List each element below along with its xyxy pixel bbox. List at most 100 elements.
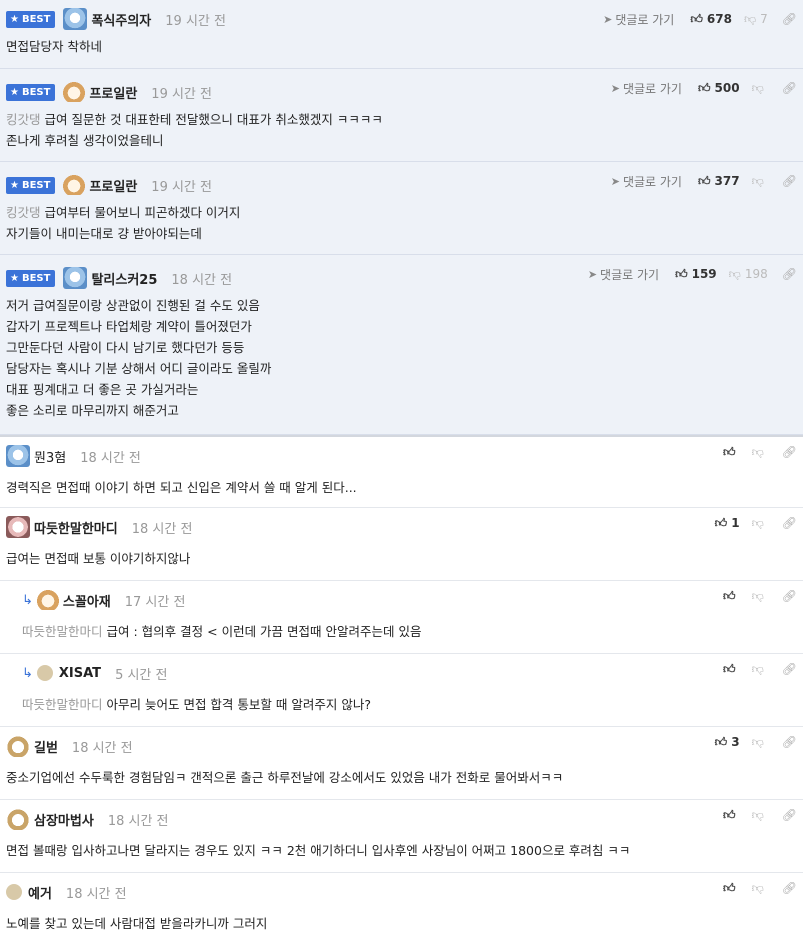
avatar[interactable] — [6, 884, 22, 900]
downvote-button[interactable]: 👎︎ — [752, 516, 768, 531]
thumb-down-icon: 👎︎ — [751, 173, 764, 188]
downvote-button[interactable]: 👎︎ — [752, 81, 768, 96]
thumb-up-icon: 👍︎ — [723, 880, 736, 895]
avatar[interactable] — [63, 8, 88, 30]
nickname[interactable]: 스꼴아재 — [63, 591, 111, 610]
link-icon[interactable]: 🔗︎ — [782, 662, 797, 676]
nickname[interactable]: 삼장마법사 — [34, 810, 94, 829]
downvote-button[interactable]: 👎︎ — [752, 735, 768, 750]
send-arrow-icon: ➤ — [610, 174, 620, 188]
link-icon[interactable]: 🔗︎ — [782, 267, 797, 281]
thumb-up-icon: 👍︎ — [723, 444, 736, 459]
thumb-down-icon: 👎︎ — [728, 266, 741, 281]
reply-arrow-icon: ↳ — [22, 665, 33, 681]
nickname[interactable]: 폭식주의자 — [91, 10, 151, 29]
thumb-down-icon: 👎︎ — [751, 444, 764, 459]
avatar[interactable] — [6, 808, 30, 830]
comment-line: 갑자기 프로젝트나 타업체랑 계약이 틀어졌던가 — [6, 319, 252, 334]
nickname[interactable]: 프로일란 — [89, 176, 137, 195]
comment-item: 길벋 18 시간 전 👍︎ 3 👎︎ 🔗︎ 중소기업에선 수두룩한 경험담임ㅋ 갠… — [0, 727, 803, 800]
avatar[interactable] — [36, 665, 53, 681]
nickname[interactable]: 탈리스커25 — [91, 269, 157, 288]
comment-line: 따듯한말한마디 급여 : 협의후 결정 < 이런데 가끔 면접때 안알려주는데 있… — [22, 624, 422, 639]
star-icon: ★ — [10, 179, 19, 191]
nickname[interactable]: XISAT — [59, 666, 101, 681]
downvote-button[interactable]: 👎︎ — [752, 662, 768, 677]
goto-comment-link[interactable]: ➤ 댓글로 가기 — [588, 266, 659, 283]
comment-line: 대표 핑계대고 더 좋은 곳 가실거라는 — [6, 382, 199, 397]
link-icon[interactable]: 🔗︎ — [782, 445, 797, 459]
avatar[interactable] — [6, 516, 30, 538]
mention[interactable]: 킹갓댕 — [6, 205, 41, 220]
goto-comment-link[interactable]: ➤ 댓글로 가기 — [611, 80, 682, 97]
avatar[interactable] — [6, 445, 30, 467]
star-icon: ★ — [10, 272, 19, 284]
comment-line: 따듯한말한마디 아무리 늦어도 면접 합격 통보할 때 알려주지 않나? — [22, 697, 371, 712]
link-icon[interactable]: 🔗︎ — [782, 589, 797, 603]
link-icon[interactable]: 🔗︎ — [782, 808, 797, 822]
comment-line: 자기들이 내미는대로 걍 받아야되는데 — [6, 226, 202, 241]
upvote-button[interactable]: 👍︎ 1 — [715, 516, 740, 531]
thumb-down-icon: 👎︎ — [751, 807, 764, 822]
timestamp: 17 시간 전 — [124, 594, 186, 610]
downvote-button[interactable]: 👎︎ — [752, 174, 768, 189]
upvote-button[interactable]: 👍︎ — [723, 808, 740, 823]
downvote-button[interactable]: 👎︎ — [752, 589, 768, 604]
comment-item: 따듯한말한마디 18 시간 전 👍︎ 1 👎︎ 🔗︎ 급여는 면접때 보통 이야기… — [0, 508, 803, 581]
upvote-button[interactable]: 👍︎ 678 — [690, 12, 732, 27]
thumb-down-icon: 👎︎ — [751, 588, 764, 603]
thumb-down-icon: 👎︎ — [751, 734, 764, 749]
link-icon[interactable]: 🔗︎ — [782, 881, 797, 895]
nickname[interactable]: 뭔3혐 — [34, 447, 66, 466]
upvote-button[interactable]: 👍︎ — [723, 662, 740, 677]
thumb-down-icon: 👎︎ — [751, 661, 764, 676]
nickname[interactable]: 길벋 — [34, 737, 58, 756]
timestamp: 18 시간 전 — [80, 450, 141, 466]
comment-line: 그만둔다던 사람이 다시 남기로 했다던가 등등 — [6, 340, 245, 355]
send-arrow-icon: ➤ — [603, 12, 613, 26]
link-icon[interactable]: 🔗︎ — [782, 735, 797, 749]
thumb-up-icon: 👍︎ — [675, 266, 688, 281]
thumb-up-icon: 👍︎ — [714, 515, 728, 530]
upvote-button[interactable]: 👍︎ — [723, 445, 740, 460]
upvote-button[interactable]: 👍︎ 500 — [698, 81, 740, 96]
star-icon: ★ — [10, 86, 19, 98]
upvote-button[interactable]: 👍︎ 159 — [675, 267, 717, 282]
downvote-button[interactable]: 👎︎ — [752, 445, 768, 460]
upvote-button[interactable]: 👍︎ 3 — [715, 735, 740, 750]
best-badge: ★ BEST — [6, 83, 56, 101]
avatar[interactable] — [63, 267, 88, 289]
comment-line: 킹갓댕 급여 질문한 것 대표한테 전달했으니 대표가 취소했겠지 ㅋㅋㅋㅋ — [6, 112, 383, 127]
comment-line: 면접담당자 착하네 — [6, 39, 102, 54]
nickname[interactable]: 프로일란 — [89, 83, 137, 102]
mention[interactable]: 킹갓댕 — [6, 112, 41, 127]
link-icon[interactable]: 🔗︎ — [782, 81, 797, 95]
thumb-down-icon: 👎︎ — [743, 11, 757, 26]
comment-item: 삼장마법사 18 시간 전 👍︎ 👎︎ 🔗︎ 면접 볼때랑 입사하고나면 달라지… — [0, 800, 803, 873]
avatar[interactable] — [63, 175, 86, 195]
link-icon[interactable]: 🔗︎ — [782, 516, 797, 530]
mention[interactable]: 따듯한말한마디 — [22, 697, 103, 712]
nickname[interactable]: 예거 — [28, 883, 52, 902]
mention[interactable]: 따듯한말한마디 — [22, 624, 103, 639]
goto-comment-link[interactable]: ➤ 댓글로 가기 — [603, 11, 674, 28]
downvote-button[interactable]: 👎︎ — [752, 881, 768, 896]
link-icon[interactable]: 🔗︎ — [782, 174, 797, 188]
best-badge: ★ BEST — [6, 269, 56, 287]
thumb-down-icon: 👎︎ — [751, 80, 764, 95]
send-arrow-icon: ➤ — [610, 81, 620, 95]
upvote-button[interactable]: 👍︎ — [723, 881, 740, 896]
goto-comment-link[interactable]: ➤ 댓글로 가기 — [611, 173, 682, 190]
avatar[interactable] — [6, 735, 30, 757]
comment-item: ★ BEST 폭식주의자 19 시간 전 ➤ 댓글로 가기 👍︎ 678 👎︎ 7 🔗︎… — [0, 0, 803, 69]
link-icon[interactable]: 🔗︎ — [782, 12, 797, 26]
downvote-button[interactable]: 👎︎ 7 — [744, 12, 768, 27]
thumb-up-icon: 👍︎ — [697, 173, 711, 188]
upvote-button[interactable]: 👍︎ 377 — [698, 174, 740, 189]
avatar[interactable] — [36, 590, 59, 610]
downvote-button[interactable]: 👎︎ 198 — [729, 267, 768, 282]
downvote-button[interactable]: 👎︎ — [752, 808, 768, 823]
upvote-button[interactable]: 👍︎ — [723, 589, 740, 604]
avatar[interactable] — [63, 82, 86, 102]
nickname[interactable]: 따듯한말한마디 — [34, 518, 118, 537]
